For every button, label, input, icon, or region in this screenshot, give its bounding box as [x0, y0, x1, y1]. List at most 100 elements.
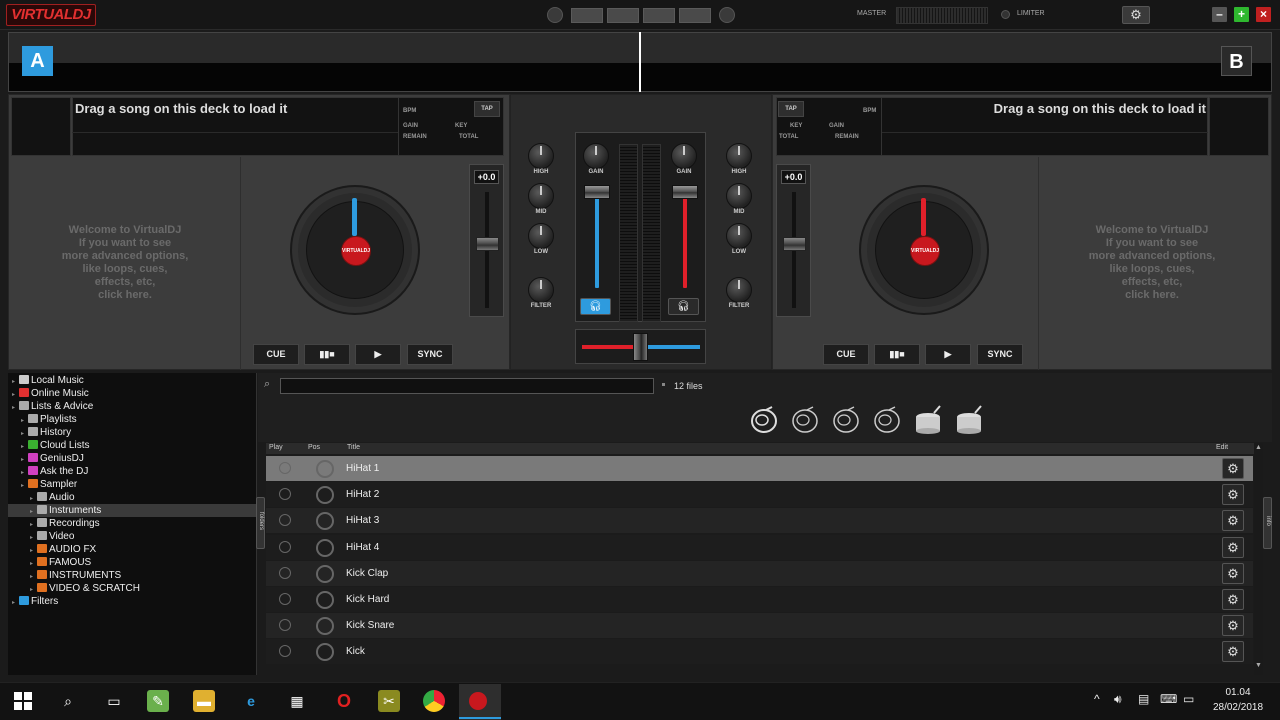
edit-button[interactable]: ⚙ [1222, 458, 1244, 479]
drum-icon[interactable] [279, 645, 291, 658]
start-icon[interactable] [12, 690, 34, 712]
scroll-down-icon[interactable]: ▼ [1255, 662, 1262, 669]
store-icon[interactable]: ▦ [286, 690, 308, 712]
layout-right-icon[interactable] [719, 7, 735, 23]
scroll-up-icon[interactable]: ▲ [1255, 444, 1262, 451]
layout-left-icon[interactable] [547, 7, 563, 23]
table-row[interactable]: HiHat 2 ⚙ [266, 482, 1253, 508]
edit-button[interactable]: ⚙ [1222, 484, 1244, 506]
deck-b-sync-button[interactable]: SYNC [977, 344, 1023, 365]
volume-icon[interactable]: 🔊︎ [1114, 692, 1122, 707]
deck-b-welcome[interactable]: Welcome to VirtualDJ If you want to see mo… [1067, 224, 1237, 302]
tree-item[interactable]: ▸ Recordings [8, 517, 257, 530]
folders-tab[interactable]: folders [256, 497, 265, 549]
tree-item[interactable]: ▸ Lists & Advice [8, 400, 257, 413]
tree-item[interactable]: ▸ GeniusDJ [8, 452, 257, 465]
edit-button[interactable]: ⚙ [1222, 510, 1244, 532]
deck-a-tap-button[interactable]: TAP [474, 101, 500, 117]
deck-b-pitch-handle[interactable] [783, 237, 806, 251]
cymbal-filter-icon[interactable] [750, 405, 778, 435]
info-tab[interactable]: info [1263, 497, 1272, 549]
edit-button[interactable]: ⚙ [1222, 562, 1244, 584]
cymbal-filter-icon-2[interactable] [791, 405, 819, 435]
deck-b-pause-button[interactable]: ▮▮■ [874, 344, 920, 365]
maximize-button[interactable]: + [1234, 7, 1249, 22]
notification-icon[interactable]: ▭ [1183, 692, 1194, 706]
search-dropdown-icon[interactable] [662, 383, 665, 386]
settings-button[interactable]: ⚙ [1122, 6, 1150, 24]
tree-item[interactable]: ▸ Video [8, 530, 257, 543]
tree-item[interactable]: ▸ INSTRUMENTS [8, 569, 257, 582]
mixer-left-low-knob[interactable] [528, 223, 554, 249]
limiter-toggle[interactable] [1001, 10, 1010, 19]
deck-a-indicator[interactable]: A [22, 46, 53, 76]
mixer-right-mid-knob[interactable] [726, 183, 752, 209]
edit-button[interactable]: ⚙ [1222, 615, 1244, 637]
vertical-scrollbar[interactable] [1254, 443, 1263, 675]
tree-item[interactable]: ▸ Audio [8, 491, 257, 504]
table-row[interactable]: Kick Clap ⚙ [266, 560, 1253, 586]
tree-item[interactable]: ▸ AUDIO FX [8, 543, 257, 556]
layout-button-1[interactable] [571, 8, 603, 23]
layout-button-4[interactable] [679, 8, 711, 23]
cymbal-icon[interactable] [279, 462, 291, 474]
column-title[interactable]: Title [347, 444, 360, 451]
file-explorer-icon[interactable]: ▬ [193, 690, 215, 712]
drum-filter-icon[interactable] [914, 405, 942, 435]
mixer-right-low-knob[interactable] [726, 223, 752, 249]
mixer-left-gain-knob[interactable] [583, 143, 609, 169]
tree-item[interactable]: ▸ Sampler [8, 478, 257, 491]
tree-item[interactable]: ▸ VIDEO & SCRATCH [8, 582, 257, 595]
table-row[interactable]: Kick Snare ⚙ [266, 613, 1253, 639]
table-row[interactable]: HiHat 1 ⚙ [266, 456, 1253, 481]
chrome-icon[interactable] [423, 690, 445, 712]
language-icon[interactable]: ⌨ [1160, 692, 1177, 706]
clock-time[interactable]: 01.04 [1213, 687, 1263, 698]
column-play[interactable]: Play [269, 444, 283, 451]
tray-chevron-icon[interactable]: ^ [1094, 692, 1100, 706]
mixer-right-volume-fader[interactable] [672, 185, 698, 199]
deck-b-pitch-slider[interactable]: +0.0 [776, 164, 811, 317]
mixer-left-high-knob[interactable] [528, 143, 554, 169]
tree-item[interactable]: ▸ Local Music [8, 374, 257, 387]
drum-icon[interactable] [279, 566, 291, 579]
cymbal-icon[interactable] [279, 488, 291, 501]
mixer-right-high-knob[interactable] [726, 143, 752, 169]
edit-button[interactable]: ⚙ [1222, 536, 1244, 558]
opera-icon[interactable]: O [333, 690, 355, 712]
minimize-button[interactable]: – [1212, 7, 1227, 22]
deck-b-indicator[interactable]: B [1221, 46, 1252, 76]
cymbal-icon[interactable] [279, 540, 291, 553]
tool-icon[interactable]: ✂ [378, 690, 400, 712]
tree-expand-icon[interactable]: ▸ [21, 480, 28, 493]
tree-item[interactable]: ▸ FAMOUS [8, 556, 257, 569]
tree-item[interactable]: ▸ Playlists [8, 413, 257, 426]
deck-a-cue-button[interactable]: CUE [253, 344, 299, 365]
column-pos[interactable]: Pos [308, 444, 320, 451]
crossfader-handle[interactable] [633, 333, 648, 361]
deck-a-pitch-handle[interactable] [476, 237, 499, 251]
mixer-left-filter-knob[interactable] [528, 277, 554, 303]
deck-a-welcome[interactable]: Welcome to VirtualDJ If you want to see mo… [40, 224, 210, 302]
task-view-icon[interactable]: ▭ [103, 690, 125, 712]
deck-a-pitch-slider[interactable]: +0.0 [469, 164, 504, 317]
tree-item[interactable]: ▸ Filters [8, 595, 257, 608]
deck-a-play-button[interactable]: ▶ [355, 344, 401, 365]
drum-icon[interactable] [279, 593, 291, 605]
tree-item[interactable]: ▸ Ask the DJ [8, 465, 257, 478]
deck-b-cue-button[interactable]: CUE [823, 344, 869, 365]
layout-button-2[interactable] [607, 8, 639, 23]
deck-b-tap-button[interactable]: TAP [778, 101, 804, 117]
table-row[interactable]: Kick Hard ⚙ [266, 587, 1253, 612]
mixer-left-headphone-button[interactable]: 🎧︎ [580, 298, 611, 315]
app-green-icon[interactable]: ✎ [147, 690, 169, 712]
tree-item[interactable]: ▸ Instruments [8, 504, 257, 517]
mixer-right-filter-knob[interactable] [726, 277, 752, 303]
cymbal-filter-icon-3[interactable] [832, 405, 860, 435]
cymbal-filter-icon-4[interactable] [873, 405, 901, 435]
layout-button-3[interactable] [643, 8, 675, 23]
tree-expand-icon[interactable]: ▸ [12, 597, 19, 610]
mixer-right-gain-knob[interactable] [671, 143, 697, 169]
mixer-left-mid-knob[interactable] [528, 183, 554, 209]
edit-button[interactable]: ⚙ [1222, 641, 1244, 663]
